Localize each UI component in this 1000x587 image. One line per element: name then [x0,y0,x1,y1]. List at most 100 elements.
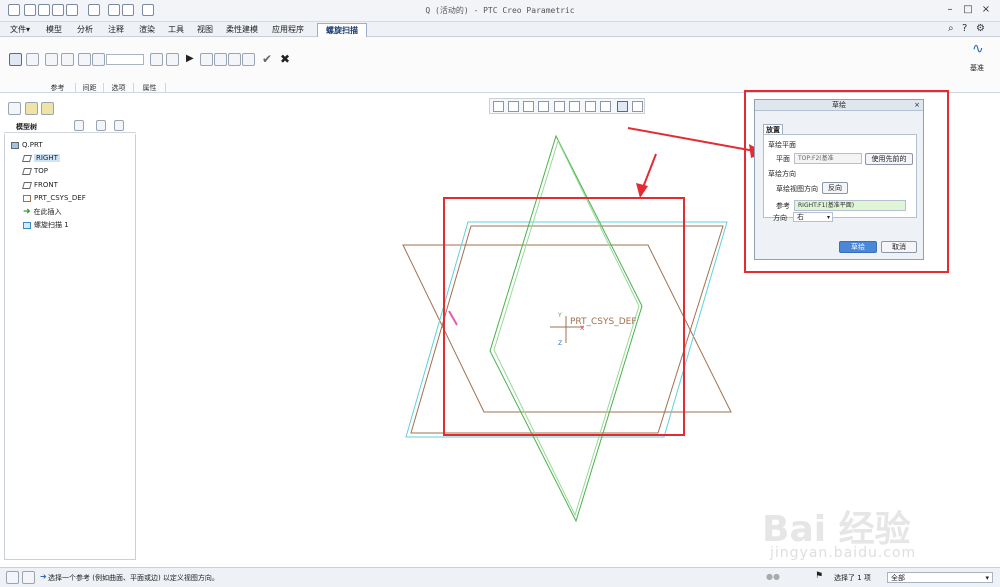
tab-flexible-modeling[interactable]: 柔性建模 [221,23,263,37]
flip-icon[interactable] [150,53,163,66]
selection-count[interactable]: 选择了 1 项 [834,573,871,583]
regen-status-icon: ●● [766,572,780,581]
datum-display-icon[interactable] [600,101,611,112]
flip-button[interactable]: 反向 [822,182,848,194]
status-message: 选择一个参考 (例如曲面、平面或边) 以定义视图方向。 [48,574,219,582]
zoom-in-icon[interactable] [508,101,519,112]
tab-annotate[interactable]: 注释 [102,23,130,37]
remove-material-icon[interactable] [45,53,58,66]
direction-label: 方向 [773,214,787,222]
cancel-icon[interactable]: ✖ [280,52,293,66]
sketch-dialog: 草绘 × 放置 草绘平面 平面 TOP:F2(基准 使用先前的 草绘方向 草绘视… [754,99,924,260]
checkmark-icon[interactable]: ✔ [262,52,275,66]
tree-item-right[interactable]: RIGHT [22,152,60,164]
pause-icon[interactable] [200,53,213,66]
view-direction-label: 草绘视图方向 [776,185,818,193]
watermark-url: jingyan.baidu.com [770,545,917,561]
model-tree-icon[interactable] [8,102,21,115]
folder-icon[interactable] [25,102,38,115]
show-tree-icon[interactable] [6,571,19,584]
minimize-icon[interactable]: – [942,3,958,17]
tab-view[interactable]: 视图 [191,23,219,37]
play-icon[interactable]: ▶ [186,53,199,66]
datum-icon[interactable]: ∿ [972,41,984,57]
status-bar: ➜ 选择一个参考 (例如曲面、平面或边) 以定义视图方向。 ●● ⚑ 选择了 1… [0,567,1000,587]
navigator-toolbar [0,100,137,116]
plane-icon [22,181,32,189]
tab-applications[interactable]: 应用程序 [266,23,310,37]
maximize-icon[interactable]: □ [960,3,976,17]
surface-icon[interactable] [26,53,39,66]
helical-sweep-icon [23,221,31,229]
message-arrow-icon: ➜ [40,572,47,581]
browser-icon[interactable] [22,571,35,584]
tree-item-part[interactable]: Q.PRT [11,139,43,151]
close-icon[interactable]: × [978,3,994,17]
chevron-down-icon: ▾ [826,214,830,221]
repaint-icon[interactable] [538,101,549,112]
window-title: Q (活动的) - PTC Creo Parametric [425,6,575,15]
preview-icon[interactable] [214,53,227,66]
tree-item-front[interactable]: FRONT [22,179,58,191]
tab-analysis[interactable]: 分析 [71,23,99,37]
model-tree-header: 模型树 [4,119,136,133]
plane-field[interactable]: TOP:F2(基准 [794,153,862,164]
tree-item-csys[interactable]: PRT_CSYS_DEF [23,192,86,204]
display-style-icon[interactable] [554,101,565,112]
search-icon[interactable]: ⌕ [948,23,954,34]
tab-file[interactable]: 文件▾ [6,23,34,37]
tree-item-insert-here[interactable]: ➜ 在此插入 [23,206,62,218]
group-properties[interactable]: 属性 [134,83,166,93]
annotation-arrow-to-plane [641,153,657,191]
group-pitch[interactable]: 间距 [76,83,104,93]
saved-views-icon[interactable] [569,101,580,112]
tab-tools[interactable]: 工具 [162,23,190,37]
tree-item-top[interactable]: TOP [22,165,48,177]
view-manager-icon[interactable] [585,101,596,112]
plane-icon [22,154,32,162]
glasses-icon[interactable] [242,53,255,66]
solid-icon[interactable] [9,53,22,66]
tree-columns-icon[interactable] [96,120,106,131]
dialog-close-icon[interactable]: × [914,100,920,111]
help-icon[interactable]: ? [962,23,967,34]
annotation-arrow-to-dialog [627,127,761,153]
plane-label: 平面 [776,155,790,163]
title-bar: Q (活动的) - PTC Creo Parametric – □ × [0,0,1000,22]
direction-select[interactable]: 右 ▾ [793,212,833,222]
thickness-input[interactable] [106,54,144,65]
tab-model[interactable]: 模型 [40,23,68,37]
use-previous-button[interactable]: 使用先前的 [865,153,913,165]
csys-icon [23,194,31,202]
reference-field[interactable]: RIGHT:F1(基准平面) [794,200,906,211]
cancel-button[interactable]: 取消 [881,241,917,253]
tree-item-helical-sweep[interactable]: 螺旋扫描 1 [23,219,69,231]
settings-icon[interactable]: ⚙ [976,23,985,34]
tab-helical-sweep[interactable]: 螺旋扫描 [317,23,367,37]
placement-panel: 草绘平面 平面 TOP:F2(基准 使用先前的 草绘方向 草绘视图方向 反向 参… [763,134,917,218]
group-options[interactable]: 选项 [104,83,134,93]
tab-render[interactable]: 渲染 [133,23,161,37]
sketch-orientation-section: 草绘方向 [768,170,796,178]
verify-icon[interactable] [228,53,241,66]
sketch-view-icon[interactable] [617,101,628,112]
thin-icon[interactable] [78,53,91,66]
group-references[interactable]: 参考 [40,83,76,93]
insert-arrow-icon: ➜ [23,207,31,217]
thicken-icon[interactable] [61,53,74,66]
selection-filter-icon[interactable]: ⚑ [815,571,823,581]
left-hand-icon[interactable] [166,53,179,66]
pitch-icon[interactable] [92,53,105,66]
favorites-icon[interactable] [41,102,54,115]
refit-icon[interactable] [493,101,504,112]
sketch-ok-button[interactable]: 草绘 [839,241,877,253]
highlight-sketch-plane [443,197,685,436]
zoom-out-icon[interactable] [523,101,534,112]
tree-filter-icon[interactable] [114,120,124,131]
datum-label[interactable]: 基准 [970,63,984,73]
annotation-display-icon[interactable] [632,101,643,112]
model-tree-title: 模型树 [16,123,37,131]
tree-settings-icon[interactable] [74,120,84,131]
dialog-title: 草绘 × [755,100,923,111]
filter-select[interactable]: 全部 ▾ [887,572,993,583]
